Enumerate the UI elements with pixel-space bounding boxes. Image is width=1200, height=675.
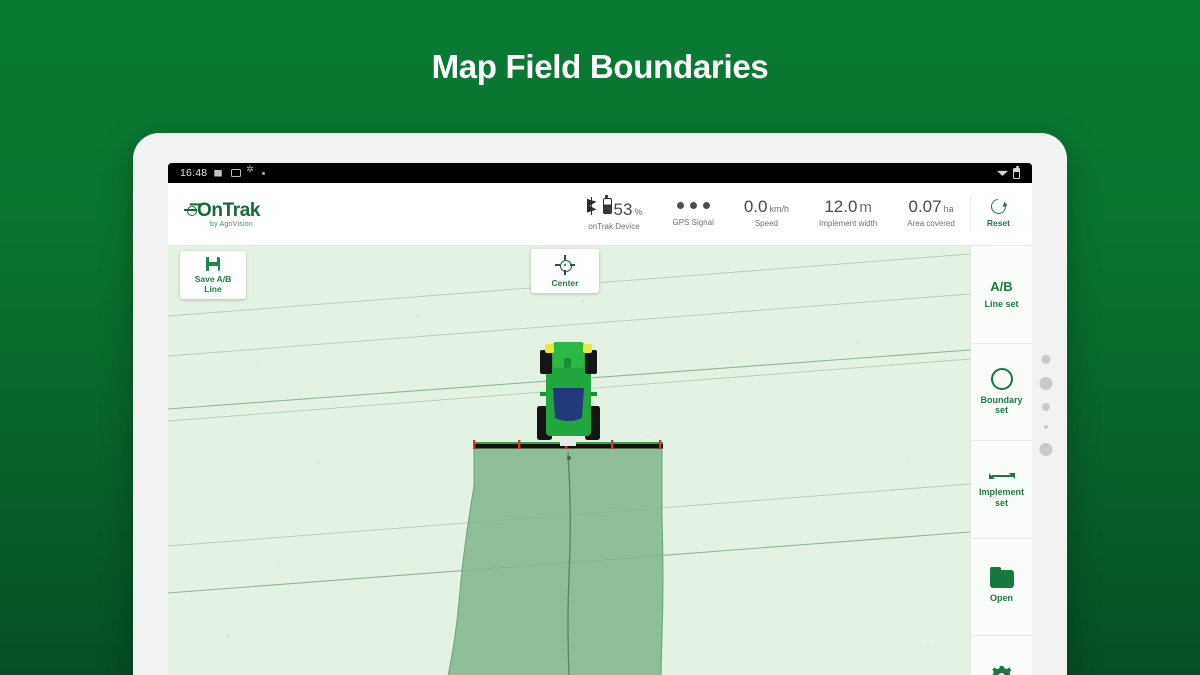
ab-text-icon: A/B	[990, 278, 1013, 294]
tool-implement-set[interactable]: Implement set	[971, 441, 1032, 539]
area-covered-unit: ha	[943, 203, 954, 214]
tool-settings[interactable]: Settings	[971, 636, 1032, 675]
tool-boundary-set[interactable]: Boundary set	[971, 344, 1032, 442]
video-camera-icon	[214, 169, 222, 177]
android-status-bar: 16:48	[168, 163, 1032, 183]
wifi-icon	[997, 169, 1008, 177]
app-logo: OnTrak by AgriVision	[168, 201, 318, 228]
field-map[interactable]: Save A/B Line Center	[168, 246, 970, 675]
ab-line-set-label: Line set	[984, 298, 1019, 309]
screenshot-icon	[231, 169, 242, 177]
speed-label: Speed	[754, 219, 778, 229]
crosshair-target-icon	[555, 255, 575, 275]
app-header: OnTrak by AgriVision 53 % onTrak Device …	[168, 183, 1032, 246]
folder-icon	[989, 567, 1014, 589]
logo-target-icon	[184, 204, 197, 217]
center-label: Center	[551, 278, 579, 288]
implement-width-label: Implement width	[819, 219, 878, 229]
double-arrow-icon	[988, 470, 1015, 483]
speed-value: 0.0	[743, 196, 768, 216]
bluetooth-icon	[586, 196, 599, 215]
area-covered-value: 0.07	[908, 196, 942, 216]
battery-icon	[602, 195, 612, 214]
boundary-set-label: Boundary set	[980, 394, 1023, 416]
gear-icon	[991, 666, 1013, 675]
dot-icon	[262, 171, 266, 175]
open-label: Open	[989, 593, 1013, 604]
page-title: Map Field Boundaries	[431, 48, 769, 85]
save-floppy-icon	[206, 257, 220, 271]
device-battery-value: 53	[613, 199, 633, 219]
tool-rail: A/B Line set Boundary set Implement set …	[970, 246, 1032, 675]
speed-unit: km/h	[769, 203, 789, 214]
center-button[interactable]: Center	[531, 249, 599, 293]
device-battery-unit: %	[634, 206, 643, 217]
tablet-device: 16:48 OnTrak by Agri	[133, 133, 1067, 675]
tractor-icon	[537, 342, 600, 446]
tool-open[interactable]: Open	[971, 539, 1032, 637]
circle-outline-icon	[990, 367, 1013, 390]
map-canvas	[168, 253, 970, 675]
gps-label: GPS Signal	[672, 217, 714, 227]
status-bar-clock: 16:48	[180, 167, 208, 179]
implement-width-unit: m	[859, 198, 872, 216]
gps-position-dot	[567, 456, 571, 460]
bezel-sensor-dots	[1037, 355, 1055, 475]
reset-label: Reset	[986, 218, 1010, 229]
status-item-ontrak-device: 53 % onTrak Device	[571, 195, 658, 232]
status-metrics: 53 % onTrak Device GPS Signal 0.0 km/h S…	[571, 195, 1032, 232]
signal-dots-icon	[672, 197, 713, 209]
device-label: onTrak Device	[588, 222, 640, 232]
implement-width-value: 12.0	[824, 196, 858, 216]
status-item-gps-signal: GPS Signal	[657, 197, 728, 227]
tool-ab-line-set[interactable]: A/B Line set	[971, 246, 1032, 344]
status-item-area-covered: 0.07 ha Area covered	[892, 197, 970, 229]
ontrak-app: OnTrak by AgriVision 53 % onTrak Device …	[168, 183, 1032, 675]
reset-button[interactable]: Reset	[969, 196, 1024, 232]
reset-arrow-icon	[987, 196, 1009, 218]
area-covered-label: Area covered	[907, 219, 955, 229]
logo-tagline: by AgriVision	[210, 220, 253, 228]
status-item-speed: 0.0 km/h Speed	[729, 197, 804, 229]
save-ab-line-button[interactable]: Save A/B Line	[180, 251, 246, 299]
save-ab-line-label: Save A/B Line	[194, 274, 232, 294]
coverage-area	[447, 445, 664, 675]
tablet-screen: 16:48 OnTrak by Agri	[168, 163, 1032, 675]
implement-set-label: Implement set	[978, 487, 1024, 508]
cast-icon	[246, 164, 256, 177]
battery-icon	[1013, 165, 1020, 179]
logo-text: OnTrak	[197, 199, 261, 221]
status-item-implement-width: 12.0 m Implement width	[804, 197, 892, 229]
